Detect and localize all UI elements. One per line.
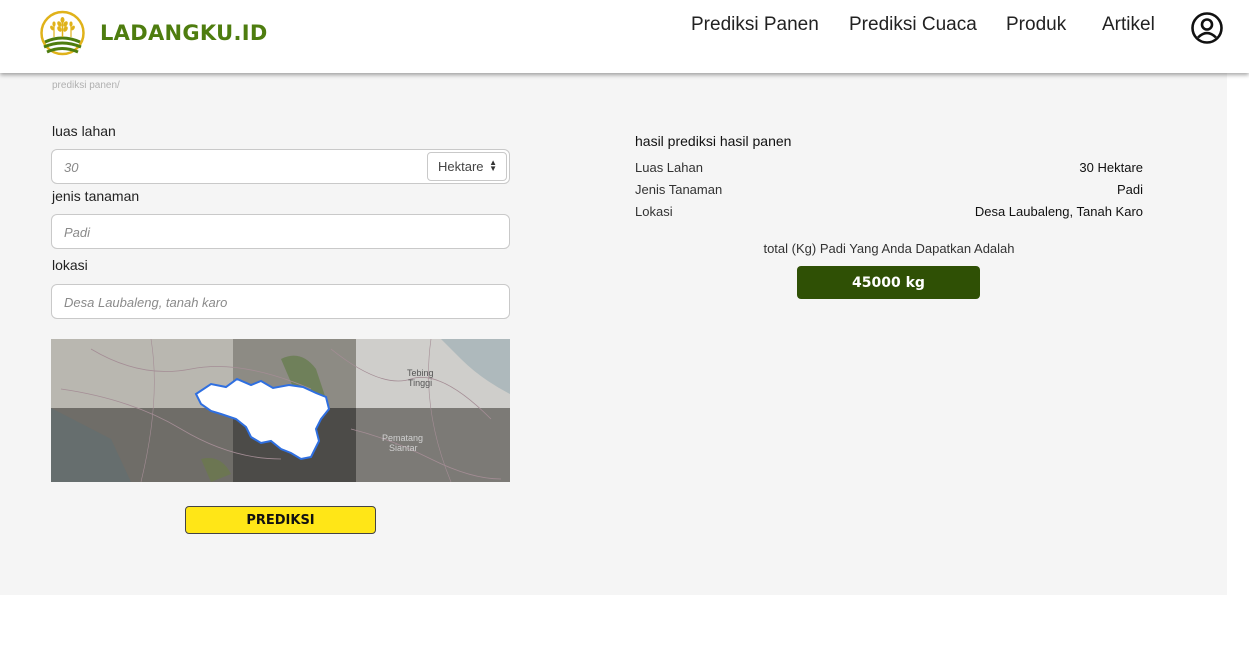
lokasi-label: lokasi xyxy=(52,257,88,273)
prediksi-button[interactable]: PREDIKSI xyxy=(185,506,376,534)
map-label-siantar: Siantar xyxy=(389,443,418,453)
map-label-tinggi: Tinggi xyxy=(408,378,432,388)
brand-name: LADANGKU.ID xyxy=(100,21,268,45)
result-key: Lokasi xyxy=(635,204,673,219)
total-value-badge: 45000 kg xyxy=(797,266,980,299)
nav-prediksi-cuaca[interactable]: Prediksi Cuaca xyxy=(849,14,977,36)
user-circle-icon[interactable] xyxy=(1190,11,1224,45)
result-value: Desa Laubaleng, Tanah Karo xyxy=(974,204,1143,219)
jenis-tanaman-placeholder: Padi xyxy=(64,225,91,240)
lokasi-placeholder: Desa Laubaleng, tanah karo xyxy=(64,295,228,310)
nav-artikel[interactable]: Artikel xyxy=(1102,14,1155,36)
jenis-tanaman-input[interactable]: Padi xyxy=(51,214,510,249)
main-content: prediksi panen/ luas lahan 30 Hektare ▲ ▼… xyxy=(0,73,1227,595)
wheat-logo-icon xyxy=(40,10,85,56)
brand-logo[interactable]: LADANGKU.ID xyxy=(39,10,268,56)
result-value: Padi xyxy=(1116,182,1143,197)
map-label-tebing: Tebing xyxy=(407,368,434,378)
unit-select[interactable]: Hektare ▲ ▼ xyxy=(427,152,507,181)
unit-select-value: Hektare xyxy=(438,159,484,174)
luas-lahan-placeholder: 30 xyxy=(64,160,79,175)
lokasi-input[interactable]: Desa Laubaleng, tanah karo xyxy=(51,284,510,319)
map-canvas: Tebing Tinggi Pematang Siantar xyxy=(51,339,510,482)
luas-lahan-label: luas lahan xyxy=(52,123,116,139)
result-key: Luas Lahan xyxy=(635,160,703,175)
breadcrumb[interactable]: prediksi panen/ xyxy=(52,80,120,91)
location-map[interactable]: Tebing Tinggi Pematang Siantar xyxy=(51,339,510,482)
luas-lahan-input[interactable]: 30 Hektare ▲ ▼ xyxy=(51,149,510,184)
map-label-pematang: Pematang xyxy=(382,433,423,443)
navbar: LADANGKU.ID Prediksi Panen Prediksi Cuac… xyxy=(0,0,1249,73)
total-description: total (Kg) Padi Yang Anda Dapatkan Adala… xyxy=(763,241,1015,256)
nav-prediksi-panen[interactable]: Prediksi Panen xyxy=(691,14,819,36)
jenis-tanaman-label: jenis tanaman xyxy=(52,188,140,204)
result-title: hasil prediksi hasil panen xyxy=(635,133,792,149)
result-key: Jenis Tanaman xyxy=(635,182,723,197)
updown-caret-icon: ▲ ▼ xyxy=(489,158,497,173)
nav-produk[interactable]: Produk xyxy=(1006,14,1066,36)
result-value: 30 Hektare xyxy=(1079,160,1143,175)
